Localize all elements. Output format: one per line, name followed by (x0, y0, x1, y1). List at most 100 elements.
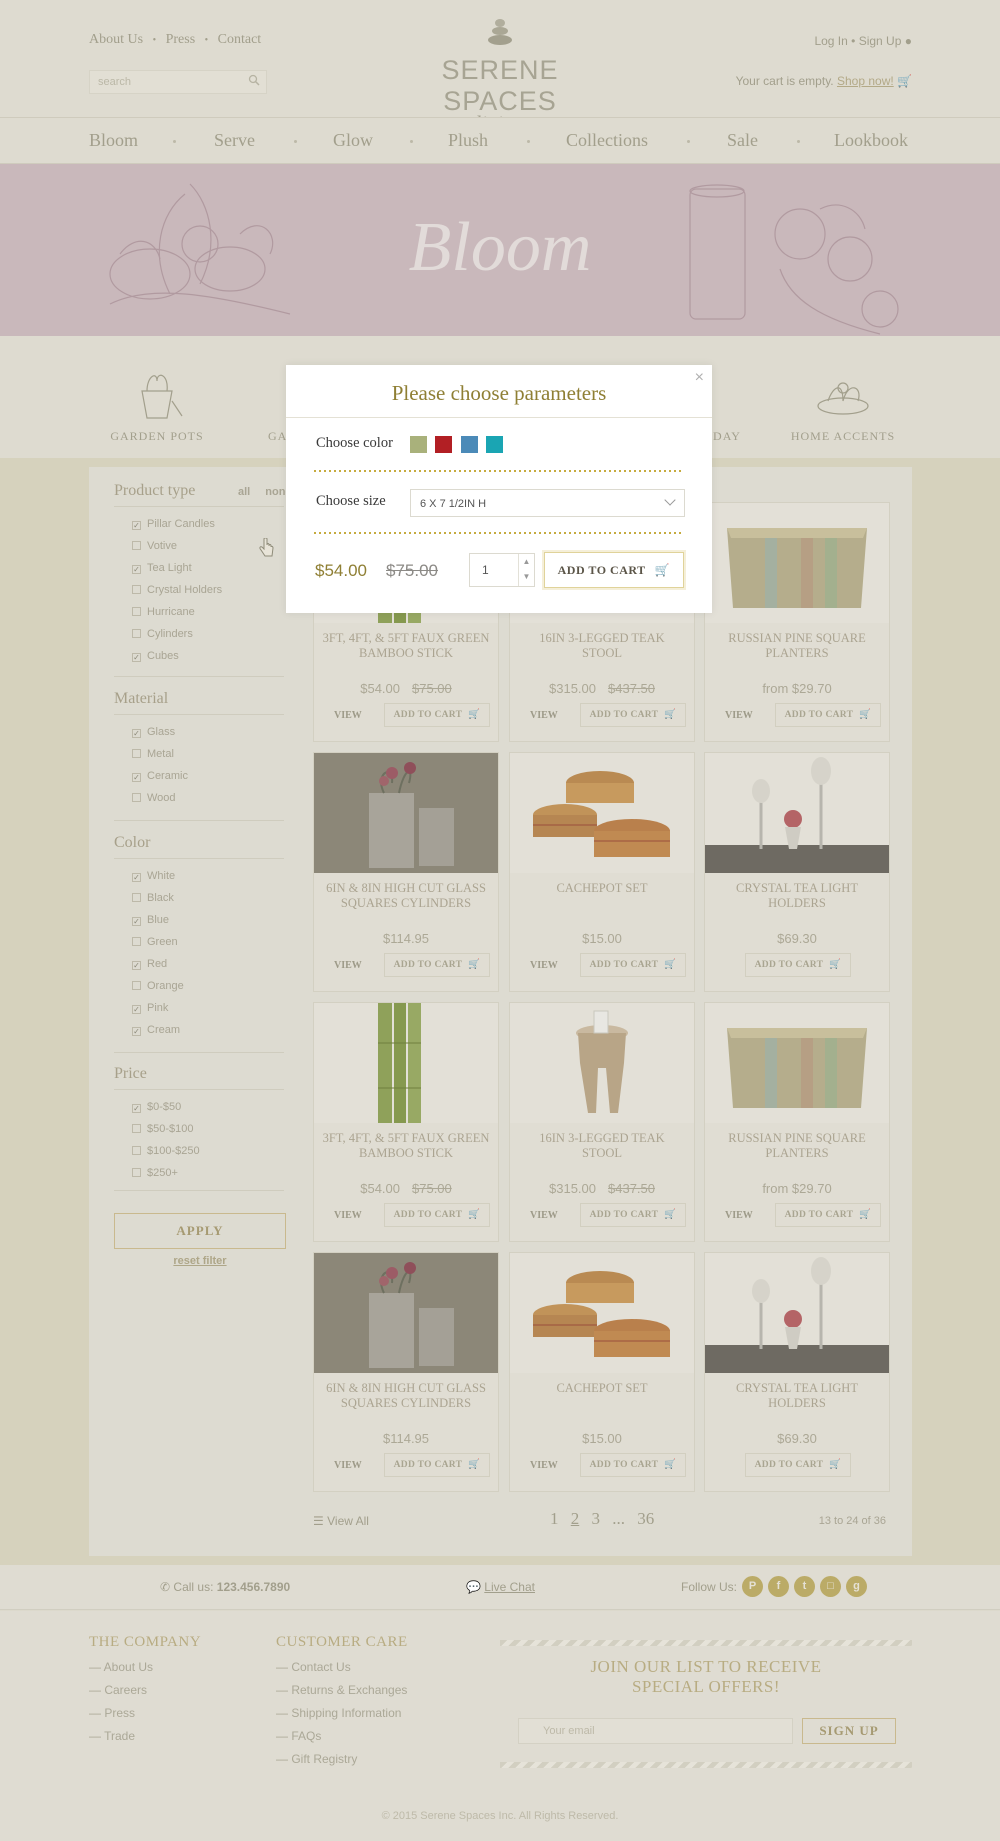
filter-checkbox-color[interactable]: Orange (132, 980, 184, 994)
unchecked-box-icon[interactable] (132, 1168, 141, 1177)
unchecked-box-icon[interactable] (132, 793, 141, 802)
view-button[interactable]: VIEW (530, 1210, 558, 1221)
filter-checkbox-product_type[interactable]: Cylinders (132, 628, 193, 642)
product-image[interactable] (314, 1003, 498, 1123)
checked-box-icon[interactable]: ✓ (132, 1104, 141, 1113)
newsletter-email-input[interactable]: Your email (518, 1718, 793, 1744)
add-to-cart-button[interactable]: ADD TO CART 🛒 (745, 1453, 851, 1477)
view-button[interactable]: VIEW (725, 710, 753, 721)
product-name[interactable]: 6IN & 8IN HIGH CUT GLASS SQUARES CYLINDE… (322, 1381, 490, 1411)
view-button[interactable]: VIEW (334, 1460, 362, 1471)
add-to-cart-button[interactable]: ADD TO CART 🛒 (775, 1203, 881, 1227)
unchecked-box-icon[interactable] (132, 981, 141, 990)
filter-checkbox-material[interactable]: ✓ Ceramic (132, 770, 188, 784)
add-to-cart-button[interactable]: ADD TO CART 🛒 (384, 1203, 490, 1227)
add-to-cart-button[interactable]: ADD TO CART 🛒 (745, 953, 851, 977)
checked-box-icon[interactable]: ✓ (132, 729, 141, 738)
size-select[interactable]: 6 X 7 1/2IN H (410, 489, 685, 517)
color-swatch-red[interactable] (435, 436, 452, 453)
subcat-home-accents[interactable]: HOME ACCENTS (773, 366, 913, 444)
filter-checkbox-price[interactable]: ✓ $0-$50 (132, 1101, 181, 1115)
footer-link[interactable]: — FAQs (276, 1729, 321, 1743)
nav-plush[interactable]: Plush (448, 130, 488, 151)
footer-link[interactable]: — Press (89, 1706, 135, 1720)
product-image[interactable] (705, 503, 889, 623)
product-image[interactable] (705, 1253, 889, 1373)
filter-checkbox-color[interactable]: Black (132, 892, 174, 906)
nav-serve[interactable]: Serve (214, 130, 255, 151)
view-button[interactable]: VIEW (530, 1460, 558, 1471)
product-name[interactable]: 6IN & 8IN HIGH CUT GLASS SQUARES CYLINDE… (322, 881, 490, 911)
unchecked-box-icon[interactable] (132, 607, 141, 616)
product-name[interactable]: 16IN 3-LEGGED TEAK STOOL (518, 1131, 686, 1161)
product-image[interactable] (510, 1003, 694, 1123)
unchecked-box-icon[interactable] (132, 749, 141, 758)
contact-link[interactable]: Contact (218, 32, 262, 47)
login-link[interactable]: Log In (814, 34, 847, 48)
checked-box-icon[interactable]: ✓ (132, 961, 141, 970)
product-card[interactable]: 3FT, 4FT, & 5FT FAUX GREEN BAMBOO STICK $… (313, 1002, 499, 1242)
color-swatch-teal[interactable] (486, 436, 503, 453)
decrement-icon[interactable]: ▼ (519, 569, 534, 584)
color-swatch-green[interactable] (410, 436, 427, 453)
facebook-icon[interactable]: f (768, 1576, 789, 1597)
checked-box-icon[interactable]: ✓ (132, 521, 141, 530)
footer-link[interactable]: — Shipping Information (276, 1706, 401, 1720)
footer-link[interactable]: — Gift Registry (276, 1752, 357, 1766)
product-image[interactable] (705, 1003, 889, 1123)
phone-number[interactable]: 123.456.7890 (217, 1580, 290, 1594)
filter-checkbox-product_type[interactable]: Crystal Holders (132, 584, 222, 598)
cart-icon[interactable]: 🛒 (897, 74, 912, 88)
view-button[interactable]: VIEW (725, 1210, 753, 1221)
checked-box-icon[interactable]: ✓ (132, 873, 141, 882)
product-name[interactable]: RUSSIAN PINE SQUARE PLANTERS (713, 631, 881, 661)
product-card[interactable]: CACHEPOT SET $15.00 VIEW ADD TO CART 🛒 (509, 752, 695, 992)
filter-checkbox-material[interactable]: Wood (132, 792, 176, 806)
view-button[interactable]: VIEW (334, 960, 362, 971)
product-name[interactable]: CRYSTAL TEA LIGHT HOLDERS (713, 881, 881, 911)
filter-checkbox-color[interactable]: ✓ White (132, 870, 175, 884)
product-card[interactable]: CRYSTAL TEA LIGHT HOLDERS $69.30 ADD TO CA… (704, 752, 890, 992)
filter-checkbox-product_type[interactable]: Hurricane (132, 606, 195, 620)
checked-box-icon[interactable]: ✓ (132, 1027, 141, 1036)
product-card[interactable]: 16IN 3-LEGGED TEAK STOOL $315.00 $437.50 VI… (509, 1002, 695, 1242)
product-name[interactable]: CACHEPOT SET (518, 1381, 686, 1396)
view-all-link[interactable]: ☰ View All (313, 1514, 369, 1528)
view-button[interactable]: VIEW (530, 710, 558, 721)
reset-filter-link[interactable]: reset filter (114, 1255, 286, 1267)
page-link[interactable]: 36 (637, 1509, 654, 1528)
view-button[interactable]: VIEW (334, 710, 362, 721)
product-name[interactable]: RUSSIAN PINE SQUARE PLANTERS (713, 1131, 881, 1161)
filter-checkbox-price[interactable]: $100-$250 (132, 1145, 200, 1159)
footer-link[interactable]: — Returns & Exchanges (276, 1683, 407, 1697)
nav-lookbook[interactable]: Lookbook (834, 130, 908, 151)
product-card[interactable]: CRYSTAL TEA LIGHT HOLDERS $69.30 ADD TO CA… (704, 1252, 890, 1492)
press-link[interactable]: Press (166, 32, 196, 47)
twitter-icon[interactable]: t (794, 1576, 815, 1597)
view-button[interactable]: VIEW (334, 1210, 362, 1221)
filter-checkbox-material[interactable]: ✓ Glass (132, 726, 175, 740)
product-name[interactable]: 3FT, 4FT, & 5FT FAUX GREEN BAMBOO STICK (322, 1131, 490, 1161)
instagram-icon[interactable]: □ (820, 1576, 841, 1597)
filter-checkbox-color[interactable]: ✓ Red (132, 958, 167, 972)
unchecked-box-icon[interactable] (132, 937, 141, 946)
product-image[interactable] (510, 1253, 694, 1373)
filter-checkbox-product_type[interactable]: ✓ Pillar Candles (132, 518, 215, 532)
footer-link[interactable]: — About Us (89, 1660, 153, 1674)
unchecked-box-icon[interactable] (132, 893, 141, 902)
color-swatch-blue[interactable] (461, 436, 478, 453)
product-image[interactable] (510, 753, 694, 873)
unchecked-box-icon[interactable] (132, 1146, 141, 1155)
shop-now-link[interactable]: Shop now! (837, 74, 894, 88)
increment-icon[interactable]: ▲ (519, 554, 534, 569)
product-name[interactable]: 16IN 3-LEGGED TEAK STOOL (518, 631, 686, 661)
add-to-cart-button[interactable]: ADD TO CART 🛒 (384, 703, 490, 727)
checked-box-icon[interactable]: ✓ (132, 1005, 141, 1014)
nav-bloom[interactable]: Bloom (89, 130, 138, 151)
product-card[interactable]: CACHEPOT SET $15.00 VIEW ADD TO CART 🛒 (509, 1252, 695, 1492)
product-name[interactable]: CACHEPOT SET (518, 881, 686, 896)
page-link[interactable]: 1 (550, 1509, 559, 1528)
filter-checkbox-color[interactable]: ✓ Blue (132, 914, 169, 928)
nav-collections[interactable]: Collections (566, 130, 648, 151)
product-name[interactable]: CRYSTAL TEA LIGHT HOLDERS (713, 1381, 881, 1411)
